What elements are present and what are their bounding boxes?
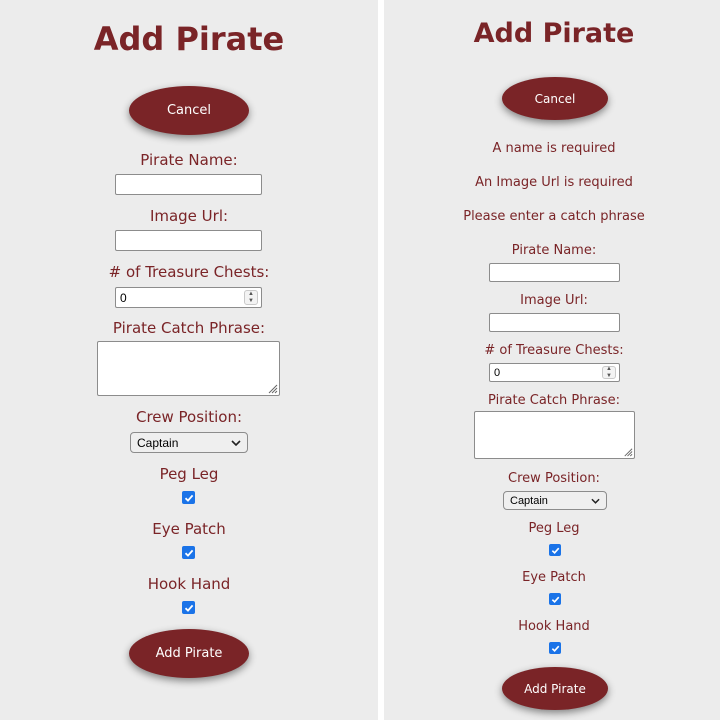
treasure-chests-input[interactable]: 0 ▲ ▼ — [115, 287, 262, 308]
pirate-name-label: Pirate Name: — [511, 243, 597, 258]
hook-hand-label: Hook Hand — [147, 575, 231, 593]
treasure-chests-label: # of Treasure Chests: — [484, 343, 624, 358]
checkmark-icon — [551, 645, 559, 652]
page-title: Add Pirate — [93, 20, 285, 58]
hook-hand-label: Hook Hand — [518, 619, 590, 634]
peg-leg-checkbox[interactable] — [182, 491, 195, 504]
image-url-input[interactable] — [489, 313, 620, 332]
eye-patch-label: Eye Patch — [522, 570, 586, 585]
image-url-input[interactable] — [115, 230, 262, 251]
number-spinner[interactable]: ▲ ▼ — [602, 366, 616, 379]
eye-patch-checkbox[interactable] — [182, 546, 195, 559]
error-message: Please enter a catch phrase — [463, 209, 645, 224]
peg-leg-label: Peg Leg — [528, 521, 580, 536]
hook-hand-checkbox[interactable] — [549, 642, 561, 654]
eye-patch-checkbox[interactable] — [549, 593, 561, 605]
chevron-down-icon — [591, 498, 600, 504]
add-pirate-button[interactable]: Add Pirate — [502, 667, 608, 710]
pirate-name-input[interactable] — [489, 263, 620, 282]
checkmark-icon — [551, 547, 559, 554]
pirate-name-input[interactable] — [115, 174, 262, 195]
crew-position-value: Captain — [510, 494, 548, 507]
checkmark-icon — [551, 596, 559, 603]
form-panel-left: Add Pirate Cancel Pirate Name: Image Url… — [0, 0, 378, 720]
cancel-button[interactable]: Cancel — [129, 86, 249, 135]
crew-position-label: Crew Position: — [508, 471, 600, 486]
hook-hand-checkbox[interactable] — [182, 601, 195, 614]
image-url-label: Image Url: — [520, 293, 588, 308]
peg-leg-label: Peg Leg — [159, 465, 219, 483]
catch-phrase-label: Pirate Catch Phrase: — [488, 393, 620, 408]
checkmark-icon — [184, 604, 193, 612]
resize-grip-icon[interactable] — [622, 446, 633, 457]
cancel-button[interactable]: Cancel — [502, 77, 608, 120]
catch-phrase-textarea[interactable] — [97, 341, 280, 396]
eye-patch-label: Eye Patch — [152, 520, 226, 538]
error-message: An Image Url is required — [475, 175, 633, 190]
pirate-name-label: Pirate Name: — [140, 151, 238, 169]
crew-position-select[interactable]: Captain — [130, 432, 248, 453]
page-title: Add Pirate — [473, 18, 635, 49]
chevron-down-icon — [231, 439, 241, 446]
treasure-chests-label: # of Treasure Chests: — [108, 263, 270, 281]
treasure-chests-value: 0 — [120, 290, 127, 305]
checkmark-icon — [184, 494, 193, 502]
treasure-chests-value: 0 — [494, 366, 501, 379]
add-pirate-button[interactable]: Add Pirate — [129, 629, 249, 678]
form-panel-right: Add Pirate Cancel A name is required An … — [384, 0, 720, 720]
number-spinner[interactable]: ▲ ▼ — [244, 290, 258, 305]
crew-position-select[interactable]: Captain — [503, 491, 607, 510]
image-url-label: Image Url: — [149, 207, 229, 225]
catch-phrase-textarea[interactable] — [474, 411, 635, 459]
error-message: A name is required — [492, 141, 616, 156]
treasure-chests-input[interactable]: 0 ▲ ▼ — [489, 363, 620, 382]
crew-position-label: Crew Position: — [135, 408, 243, 426]
peg-leg-checkbox[interactable] — [549, 544, 561, 556]
crew-position-value: Captain — [137, 435, 179, 450]
checkmark-icon — [184, 549, 193, 557]
catch-phrase-label: Pirate Catch Phrase: — [112, 319, 266, 337]
resize-grip-icon[interactable] — [266, 382, 278, 394]
